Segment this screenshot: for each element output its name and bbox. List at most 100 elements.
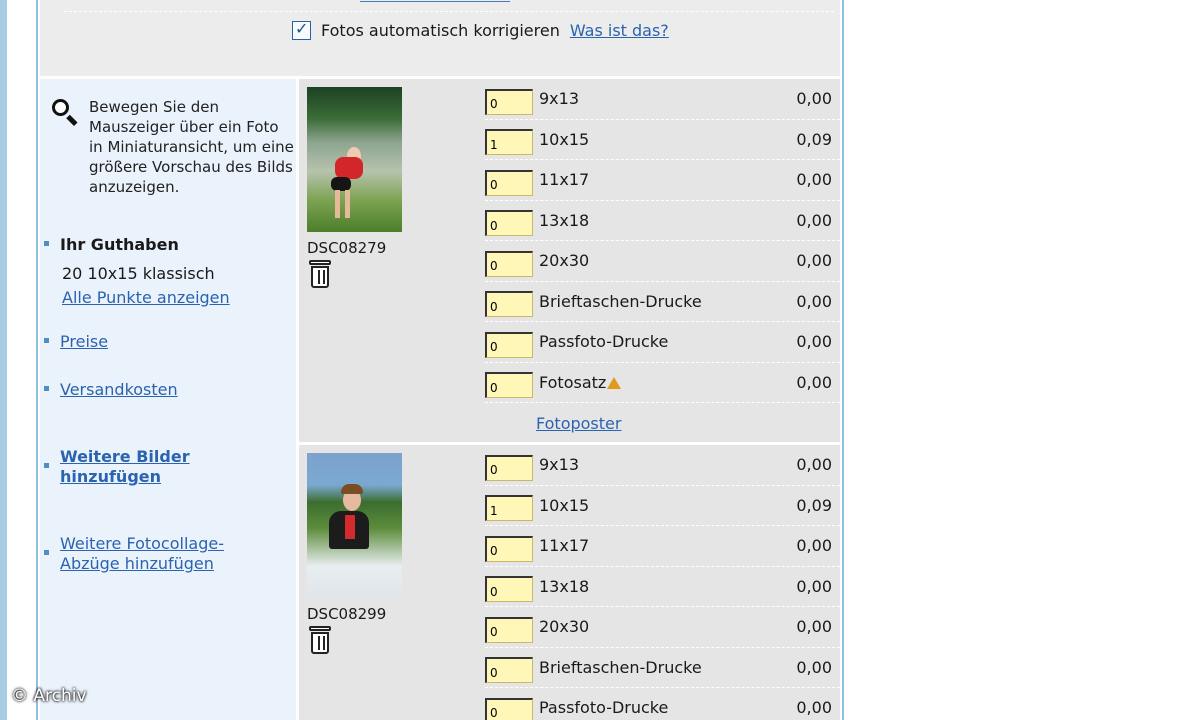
trash-icon[interactable] bbox=[309, 260, 331, 288]
print-price: 0,00 bbox=[796, 617, 832, 637]
quantity-field[interactable] bbox=[485, 454, 533, 481]
table-row: 10x15 0,09 bbox=[485, 486, 840, 526]
print-price: 0,00 bbox=[796, 170, 832, 190]
quantity-field[interactable] bbox=[485, 495, 533, 522]
bullet-icon bbox=[44, 550, 49, 555]
table-row: 20x30 0,00 bbox=[485, 241, 840, 282]
quantity-field[interactable] bbox=[485, 210, 533, 237]
quantity-field[interactable] bbox=[485, 576, 533, 603]
quantity-field[interactable] bbox=[485, 169, 533, 196]
autofix-checkbox-icon[interactable] bbox=[292, 19, 311, 40]
left-window-strip bbox=[0, 0, 7, 720]
bullet-icon bbox=[44, 241, 49, 246]
quantity-field[interactable] bbox=[485, 535, 533, 562]
table-row: Brieftaschen-Drucke 0,00 bbox=[485, 648, 840, 688]
table-row: 9x13 0,00 bbox=[485, 79, 840, 120]
table-row: Fotosatz 0,00 bbox=[485, 363, 840, 403]
print-price: 0,00 bbox=[796, 372, 832, 392]
print-size: 20x30 bbox=[539, 251, 590, 271]
print-size: 20x30 bbox=[539, 617, 590, 637]
quantity-field[interactable] bbox=[485, 372, 533, 399]
print-price: 0,00 bbox=[796, 455, 832, 475]
table-row: 11x17 0,00 bbox=[485, 160, 840, 201]
photo-filename: DSC08299 bbox=[307, 605, 387, 623]
add-collage-link[interactable]: Weitere Fotocollage-Abzüge hinzufügen bbox=[60, 534, 250, 574]
magnifier-icon bbox=[50, 97, 78, 127]
table-row: 20x30 0,00 bbox=[485, 607, 840, 648]
print-price: 0,00 bbox=[796, 332, 832, 352]
cut-off-link[interactable] bbox=[360, 0, 510, 2]
credit-value: 20 10x15 klassisch bbox=[62, 264, 215, 283]
photo-poster-link[interactable]: Fotoposter bbox=[536, 414, 621, 433]
copyright-watermark: © Archiv bbox=[11, 686, 87, 706]
quantity-field[interactable] bbox=[485, 331, 533, 358]
print-price: 0,09 bbox=[796, 129, 832, 149]
all-points-link[interactable]: Alle Punkte anzeigen bbox=[62, 288, 230, 307]
print-price: 0,00 bbox=[796, 291, 832, 311]
prices-link[interactable]: Preise bbox=[60, 332, 108, 351]
print-price: 0,09 bbox=[796, 495, 832, 515]
bullet-icon bbox=[44, 463, 49, 468]
table-row: 13x18 0,00 bbox=[485, 567, 840, 607]
print-size: Brieftaschen-Drucke bbox=[539, 291, 702, 311]
photo-item: DSC08299 9x13 0,00 10x15 0,09 11x17 bbox=[299, 445, 840, 720]
sidebar: Bewegen Sie den Mauszeiger über ein Foto… bbox=[40, 79, 296, 720]
add-images-link[interactable]: Weitere Bilder hinzufügen bbox=[60, 447, 230, 487]
credit-title: Ihr Guthaben bbox=[60, 235, 179, 254]
print-price: 0,00 bbox=[796, 576, 832, 596]
print-price: 0,00 bbox=[796, 536, 832, 556]
autofix-panel: Fotos automatisch korrigieren Was ist da… bbox=[40, 0, 840, 76]
quantity-field[interactable] bbox=[485, 291, 533, 318]
quantity-field[interactable] bbox=[485, 129, 533, 156]
print-size: 10x15 bbox=[539, 129, 590, 149]
bullet-icon bbox=[44, 338, 49, 343]
print-options: 9x13 0,00 10x15 0,09 11x17 0,00 13x18 0,… bbox=[485, 79, 840, 403]
print-price: 0,00 bbox=[796, 89, 832, 109]
quantity-field[interactable] bbox=[485, 697, 533, 720]
bullet-icon bbox=[44, 386, 49, 391]
shipping-link[interactable]: Versandkosten bbox=[60, 380, 178, 399]
print-size: Brieftaschen-Drucke bbox=[539, 657, 702, 677]
photo-thumbnail[interactable] bbox=[307, 87, 402, 232]
what-is-this-link[interactable]: Was ist das? bbox=[570, 21, 669, 40]
table-row: 10x15 0,09 bbox=[485, 120, 840, 160]
table-row: 13x18 0,00 bbox=[485, 201, 840, 241]
photo-thumbnail[interactable] bbox=[307, 453, 402, 598]
print-size: Passfoto-Drucke bbox=[539, 332, 669, 352]
print-price: 0,00 bbox=[796, 251, 832, 271]
print-price: 0,00 bbox=[796, 210, 832, 230]
print-price: 0,00 bbox=[796, 657, 832, 677]
order-page: Fotos automatisch korrigieren Was ist da… bbox=[36, 0, 844, 720]
print-size-label: Fotosatz bbox=[539, 372, 607, 392]
print-size: Fotosatz bbox=[539, 373, 796, 392]
photo-item: DSC08279 9x13 0,00 10x15 0,09 11x17 bbox=[299, 79, 840, 442]
warning-icon[interactable] bbox=[607, 376, 622, 389]
print-size: Passfoto-Drucke bbox=[539, 698, 669, 718]
print-size: 10x15 bbox=[539, 495, 590, 515]
preview-hint: Bewegen Sie den Mauszeiger über ein Foto… bbox=[50, 97, 294, 197]
print-size: 9x13 bbox=[539, 455, 580, 475]
print-price: 0,00 bbox=[796, 698, 832, 718]
autofix-option: Fotos automatisch korrigieren Was ist da… bbox=[292, 19, 669, 40]
print-size: 11x17 bbox=[539, 536, 590, 556]
table-row: Brieftaschen-Drucke 0,00 bbox=[485, 282, 840, 322]
photo-filename: DSC08279 bbox=[307, 239, 387, 257]
print-options: 9x13 0,00 10x15 0,09 11x17 0,00 13x18 0,… bbox=[485, 445, 840, 720]
print-size: 13x18 bbox=[539, 210, 590, 230]
print-size: 11x17 bbox=[539, 170, 590, 190]
divider bbox=[64, 11, 834, 12]
preview-hint-text: Bewegen Sie den Mauszeiger über ein Foto… bbox=[89, 98, 294, 196]
quantity-field[interactable] bbox=[485, 88, 533, 115]
table-row: 11x17 0,00 bbox=[485, 526, 840, 567]
print-size: 9x13 bbox=[539, 89, 580, 109]
photo-list: DSC08279 9x13 0,00 10x15 0,09 11x17 bbox=[299, 79, 840, 720]
table-row: Passfoto-Drucke 0,00 bbox=[485, 322, 840, 363]
trash-icon[interactable] bbox=[309, 626, 331, 654]
quantity-field[interactable] bbox=[485, 616, 533, 643]
table-row: 9x13 0,00 bbox=[485, 445, 840, 486]
table-row: Passfoto-Drucke 0,00 bbox=[485, 688, 840, 720]
autofix-label: Fotos automatisch korrigieren bbox=[321, 21, 560, 40]
print-size: 13x18 bbox=[539, 576, 590, 596]
quantity-field[interactable] bbox=[485, 250, 533, 277]
quantity-field[interactable] bbox=[485, 657, 533, 684]
